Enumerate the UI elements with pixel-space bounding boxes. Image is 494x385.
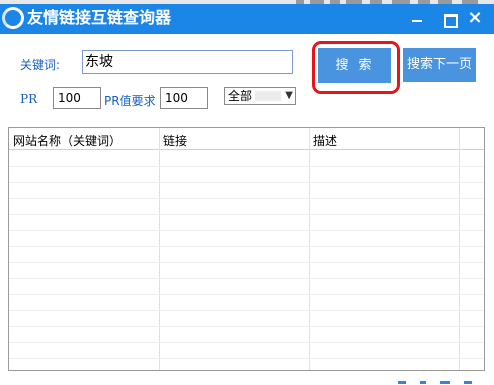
search-next-page-button[interactable]: 搜索下一页 [403,48,476,82]
column-header-link[interactable]: 链接 [163,132,187,149]
row-divider [9,246,484,247]
row-divider [9,358,484,359]
row-divider [9,182,484,183]
row-divider [9,198,484,199]
scope-select[interactable]: 全部 ▼ [224,87,296,105]
results-table[interactable]: 网站名称（关键词） 链接 描述 [8,127,485,371]
table-header: 网站名称（关键词） 链接 描述 [9,128,484,150]
search-button-highlight [312,41,400,94]
bottom-background-strip [0,376,494,385]
column-divider [459,128,460,370]
column-header-description[interactable]: 描述 [313,132,337,149]
maximize-icon[interactable] [436,8,462,30]
app-logo-icon [2,7,24,29]
column-divider [159,128,160,370]
minimize-icon[interactable] [404,8,430,30]
row-divider [9,310,484,311]
column-header-site-name[interactable]: 网站名称（关键词） [13,132,121,149]
scope-select-value: 全部 [228,89,253,103]
pr-label: PR [20,92,38,106]
row-divider [9,166,484,167]
keyword-input[interactable]: 东坡 [82,50,293,74]
row-divider [9,326,484,327]
close-icon[interactable]: × [462,8,488,30]
row-divider [9,342,484,343]
row-divider [9,262,484,263]
title-bar[interactable]: 友情链接互链查询器 × [0,4,494,34]
row-divider [9,278,484,279]
pr-required-label: PR值要求 [104,94,156,108]
chevron-down-icon[interactable]: ▼ [285,88,293,104]
pr-input[interactable]: 100 [53,87,101,109]
pr-required-input[interactable]: 100 [160,87,208,109]
window-title: 友情链接互链查询器 [27,8,172,27]
select-selection-fill [255,91,281,101]
row-divider [9,294,484,295]
row-divider [9,214,484,215]
column-divider [309,128,310,370]
row-divider [9,230,484,231]
keyword-label: 关键词: [20,58,61,72]
